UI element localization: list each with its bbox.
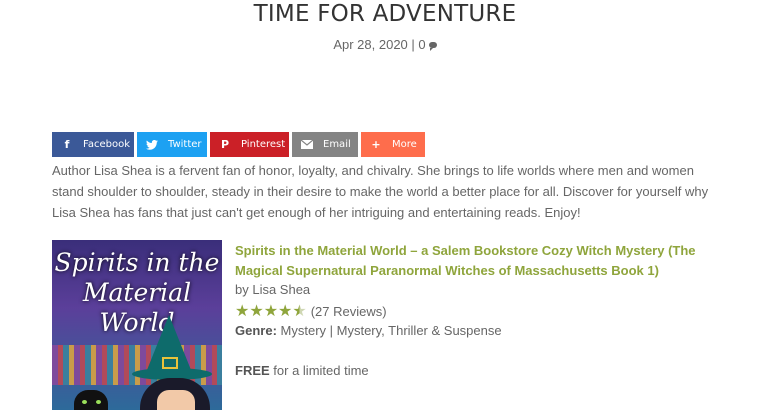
book-cover-image[interactable]: Spirits in the Material World — [52, 240, 222, 410]
genre-value: Mystery | Mystery, Thriller & Suspense — [280, 323, 502, 338]
post-meta: Apr 28, 2020 | 0 — [0, 37, 770, 52]
star-icon: ★ — [249, 301, 264, 320]
pinterest-share-button[interactable]: P Pinterest — [210, 132, 289, 157]
star-icon: ★ — [263, 301, 279, 320]
genre-label: Genre: — [235, 323, 277, 338]
cover-bookshelf — [52, 345, 222, 385]
book-title-link[interactable]: Spirits in the Material World – a Salem … — [235, 241, 745, 281]
page-title: TIME FOR ADVENTURE — [253, 1, 517, 27]
comment-count-link[interactable]: 0 — [418, 37, 425, 52]
book-genre: Genre: Mystery | Mystery, Thriller & Sus… — [235, 323, 502, 338]
book-price: FREE for a limited time — [235, 363, 369, 378]
facebook-label: Facebook — [83, 139, 130, 150]
facebook-icon: f — [64, 138, 70, 151]
plus-icon: + — [371, 138, 381, 151]
book-author: by Lisa Shea — [235, 282, 311, 297]
more-share-button[interactable]: + More — [361, 132, 425, 157]
cat-eye-right — [96, 400, 101, 404]
book-rating: ★ ★ ★ ★ ★ (27 Reviews) — [235, 303, 387, 319]
pinterest-icon: P — [220, 138, 230, 151]
email-share-button[interactable]: Email — [292, 132, 358, 157]
price-label: FREE — [235, 363, 270, 378]
twitter-icon — [146, 139, 158, 151]
post-date: Apr 28, 2020 — [333, 37, 408, 52]
star-icon: ★ — [235, 301, 250, 320]
comment-icon[interactable] — [428, 42, 437, 51]
black-cat — [74, 390, 108, 410]
meta-separator: | — [411, 37, 415, 52]
facebook-share-button[interactable]: f Facebook — [52, 132, 134, 157]
intro-paragraph: Author Lisa Shea is a fervent fan of hon… — [52, 163, 709, 220]
rating-stars: ★ ★ ★ ★ ★ — [235, 303, 307, 319]
witch-face — [157, 390, 195, 410]
envelope-icon — [301, 139, 313, 151]
hat-buckle — [162, 357, 178, 369]
half-star-icon: ★ — [292, 301, 307, 320]
pinterest-label: Pinterest — [241, 139, 286, 150]
price-note: for a limited time — [273, 363, 369, 378]
twitter-share-button[interactable]: Twitter — [137, 132, 207, 157]
cat-eye-left — [82, 400, 87, 404]
twitter-label: Twitter — [168, 139, 202, 150]
star-icon: ★ — [278, 301, 293, 320]
share-bar: f Facebook Twitter P Pinterest Email + M… — [52, 132, 425, 157]
cover-title-text: Spirits in the Material World — [54, 248, 220, 337]
email-label: Email — [323, 139, 351, 150]
review-count[interactable]: (27 Reviews) — [311, 304, 387, 319]
more-label: More — [392, 139, 417, 150]
